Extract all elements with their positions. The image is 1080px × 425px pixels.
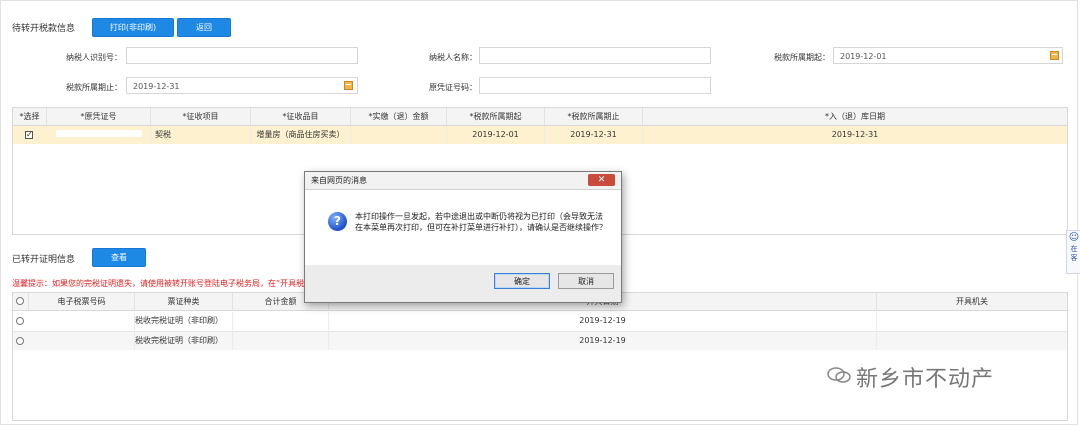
cell-issue-org — [877, 332, 1067, 350]
back-button[interactable]: 返回 — [177, 18, 231, 37]
taxpayer-id-label: 纳税人识别号： — [66, 53, 122, 62]
period-start-input[interactable]: 2019-12-01 — [833, 47, 1063, 64]
calendar-icon[interactable] — [1050, 51, 1059, 60]
voucher-no-input[interactable] — [479, 77, 711, 94]
cell-ticket-no — [29, 332, 135, 350]
close-icon[interactable]: ✕ — [588, 174, 615, 186]
row-radio[interactable] — [16, 317, 24, 325]
cell-issue-date: 2019-12-19 — [329, 332, 877, 350]
issued-section-title: 已转开证明信息 — [12, 255, 76, 265]
col-header: *实缴（退）金额 — [351, 108, 447, 126]
cell-item: 契税 — [151, 126, 251, 144]
side-widget-text: 在 — [1070, 245, 1078, 253]
col-header: *原凭证号 — [47, 108, 151, 126]
voucher-no-label: 原凭证号码： — [429, 83, 477, 92]
cell-total — [233, 312, 329, 330]
side-widget-text: 客 — [1070, 254, 1078, 262]
ok-button[interactable]: 确定 — [494, 273, 550, 289]
col-header: 电子税票号码 — [29, 293, 135, 311]
row-checkbox[interactable]: ✓ — [25, 131, 33, 139]
col-header: *选择 — [13, 108, 47, 126]
print-button[interactable]: 打印(非印刷) — [92, 18, 174, 37]
row-radio[interactable] — [16, 337, 24, 345]
cell-amount — [351, 126, 447, 144]
cell-total — [233, 332, 329, 350]
dialog-titlebar[interactable]: 来自网页的消息 ✕ — [305, 172, 621, 190]
cell-ticket-no — [29, 312, 135, 330]
cancel-button[interactable]: 取消 — [558, 273, 614, 289]
col-header: *入（退）库日期 — [643, 108, 1067, 126]
cell-start: 2019-12-01 — [447, 126, 545, 144]
cell-sub-item: 增量房（商品住房买卖） — [251, 126, 351, 144]
cell-voucher — [47, 126, 151, 144]
col-header: *税款所属期止 — [545, 108, 643, 126]
question-icon: ? — [328, 212, 347, 231]
view-button[interactable]: 查看 — [92, 248, 146, 267]
wechat-icon — [827, 367, 851, 383]
period-end-label: 税款所属期止： — [66, 83, 122, 92]
col-header-select — [13, 293, 29, 311]
col-header: *征收品目 — [251, 108, 351, 126]
col-header: 票证种类 — [135, 293, 233, 311]
col-header: *税款所属期起 — [447, 108, 545, 126]
col-header: *征收项目 — [151, 108, 251, 126]
cell-date: 2019-12-31 — [831, 130, 879, 139]
issued-proof-table: 电子税票号码 票证种类 合计金额 开具日期 开具机关 税收完税证明（非印刷） 2… — [12, 292, 1068, 421]
taxpayer-name-input[interactable] — [479, 47, 711, 64]
pending-section-title: 待转开税款信息 — [12, 24, 76, 34]
dialog-message: 本打印操作一旦发起，若中途退出或中断仍将视为已打印（会导致无法在本菜单再次打印，… — [355, 212, 607, 232]
service-avatar-icon: ☺ — [1068, 232, 1080, 243]
select-all-radio[interactable] — [16, 297, 24, 305]
period-start-label: 税款所属期起： — [774, 53, 830, 62]
dialog-title: 来自网页的消息 — [311, 176, 367, 185]
cell-issue-org — [877, 312, 1067, 330]
period-end-input[interactable]: 2019-12-31 — [126, 77, 358, 94]
col-header: 开具机关 — [877, 293, 1067, 311]
cell-ticket-type: 税收完税证明（非印刷） — [135, 332, 233, 350]
calendar-icon[interactable] — [344, 81, 353, 90]
cell-issue-date: 2019-12-19 — [329, 312, 877, 330]
cell-end: 2019-12-31 — [545, 126, 643, 144]
taxpayer-id-input[interactable] — [126, 47, 358, 64]
dialog-body: ? 本打印操作一旦发起，若中途退出或中断仍将视为已打印（会导致无法在本菜单再次打… — [305, 190, 621, 265]
taxpayer-name-label: 纳税人名称： — [429, 53, 477, 62]
confirm-dialog: 来自网页的消息 ✕ ? 本打印操作一旦发起，若中途退出或中断仍将视为已打印（会导… — [304, 171, 622, 303]
online-service-widget[interactable]: ☺ 在 客 — [1066, 230, 1080, 274]
watermark-text: 新乡市不动产 — [856, 367, 995, 392]
warning-text: 温馨提示：如果您的完税证明遗失，请使用被转开账号登陆电子税务局，在“开具税收 — [12, 279, 308, 288]
cell-ticket-type: 税收完税证明（非印刷） — [135, 312, 233, 330]
